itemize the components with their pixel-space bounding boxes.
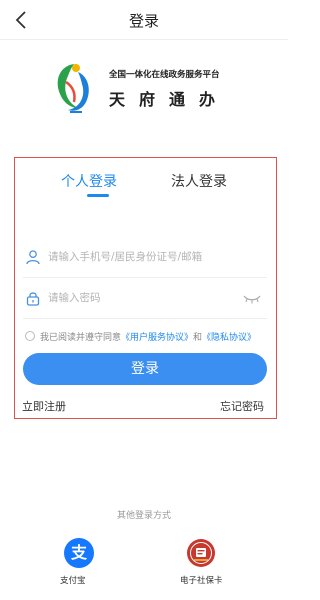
brand-header: 全国一体化在线政务服务平台 天府通办 bbox=[52, 58, 242, 116]
top-bar: 登录 bbox=[0, 0, 288, 40]
tianfu-logo bbox=[57, 64, 89, 113]
other-login-title: 其他登录方式 bbox=[116, 511, 171, 521]
account-field bbox=[23, 238, 267, 278]
alipay-label: 支付宝 bbox=[60, 576, 86, 586]
platform-name: 全国一体化在线政务服务平台 bbox=[109, 70, 220, 80]
tab-personal-login[interactable]: 个人登录 bbox=[61, 171, 117, 191]
social-security-card-icon bbox=[187, 539, 215, 567]
password-input[interactable] bbox=[48, 289, 238, 307]
password-field bbox=[23, 279, 267, 319]
user-agreement-link[interactable]: 《用户服务协议》 bbox=[121, 330, 193, 343]
app-name: 天府通办 bbox=[109, 90, 230, 109]
register-link[interactable]: 立即注册 bbox=[22, 398, 66, 414]
agreement-and: 和 bbox=[193, 332, 203, 343]
privacy-agreement-link[interactable]: 《隐私协议》 bbox=[202, 330, 256, 343]
alipay-icon: 支 bbox=[70, 543, 87, 562]
user-icon bbox=[26, 250, 40, 265]
login-button[interactable]: 登录 bbox=[23, 353, 267, 385]
tab-legal-login[interactable]: 法人登录 bbox=[171, 171, 227, 191]
agreement-row: 我已阅读并遵守同意 《用户服务协议》 和 《隐私协议》 bbox=[25, 329, 256, 343]
alipay-login-button[interactable]: 支 bbox=[64, 538, 94, 568]
page-title: 登录 bbox=[128, 12, 159, 30]
active-tab-indicator bbox=[87, 194, 109, 197]
forgot-password-link[interactable]: 忘记密码 bbox=[220, 398, 264, 414]
social-card-label: 电子社保卡 bbox=[180, 576, 223, 586]
agreement-checkbox[interactable] bbox=[25, 331, 35, 341]
social-card-login-button[interactable] bbox=[186, 538, 216, 568]
eye-closed-icon[interactable] bbox=[243, 293, 261, 305]
agreement-text: 我已阅读并遵守同意 bbox=[40, 332, 122, 343]
account-input[interactable] bbox=[48, 248, 238, 266]
login-panel: 个人登录 法人登录 我已阅读并遵守同意 《用户服务协议》 和 《隐私协议》 登录… bbox=[14, 157, 277, 419]
lock-icon bbox=[26, 292, 40, 306]
